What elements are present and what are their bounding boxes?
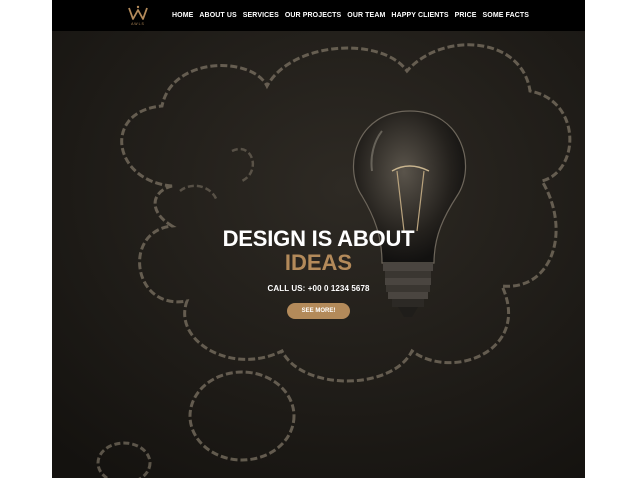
hero-phone: CALL US: +00 0 1234 5678 (267, 284, 370, 293)
nav-item-some-facts[interactable]: SOME FACTS (483, 12, 530, 19)
hero-section: DESIGN IS ABOUT IDEAS CALL US: +00 0 123… (52, 31, 585, 478)
nav-item-home[interactable]: HOME (172, 12, 193, 19)
page: AWLS HOME ABOUT US SERVICES OUR PROJECTS… (52, 0, 585, 478)
w-crown-logo-icon (128, 5, 148, 20)
nav-menu: HOME ABOUT US SERVICES OUR PROJECTS OUR … (172, 0, 535, 31)
nav-item-price[interactable]: PRICE (455, 12, 477, 19)
hero-text: DESIGN IS ABOUT IDEAS CALL US: +00 0 123… (52, 227, 585, 319)
see-more-button[interactable]: SEE MORE! (286, 303, 351, 319)
nav-item-services[interactable]: SERVICES (243, 12, 279, 19)
nav-item-our-team[interactable]: OUR TEAM (347, 12, 385, 19)
navbar: AWLS HOME ABOUT US SERVICES OUR PROJECTS… (52, 0, 585, 31)
hero-title-accent: IDEAS (284, 250, 353, 275)
nav-item-our-projects[interactable]: OUR PROJECTS (285, 12, 341, 19)
nav-item-happy-clients[interactable]: HAPPY CLIENTS (391, 12, 448, 19)
nav-item-about-us[interactable]: ABOUT US (199, 12, 236, 19)
hero-title: DESIGN IS ABOUT (222, 226, 415, 251)
logo-wordmark: AWLS (131, 22, 145, 26)
logo[interactable]: AWLS (126, 4, 150, 28)
